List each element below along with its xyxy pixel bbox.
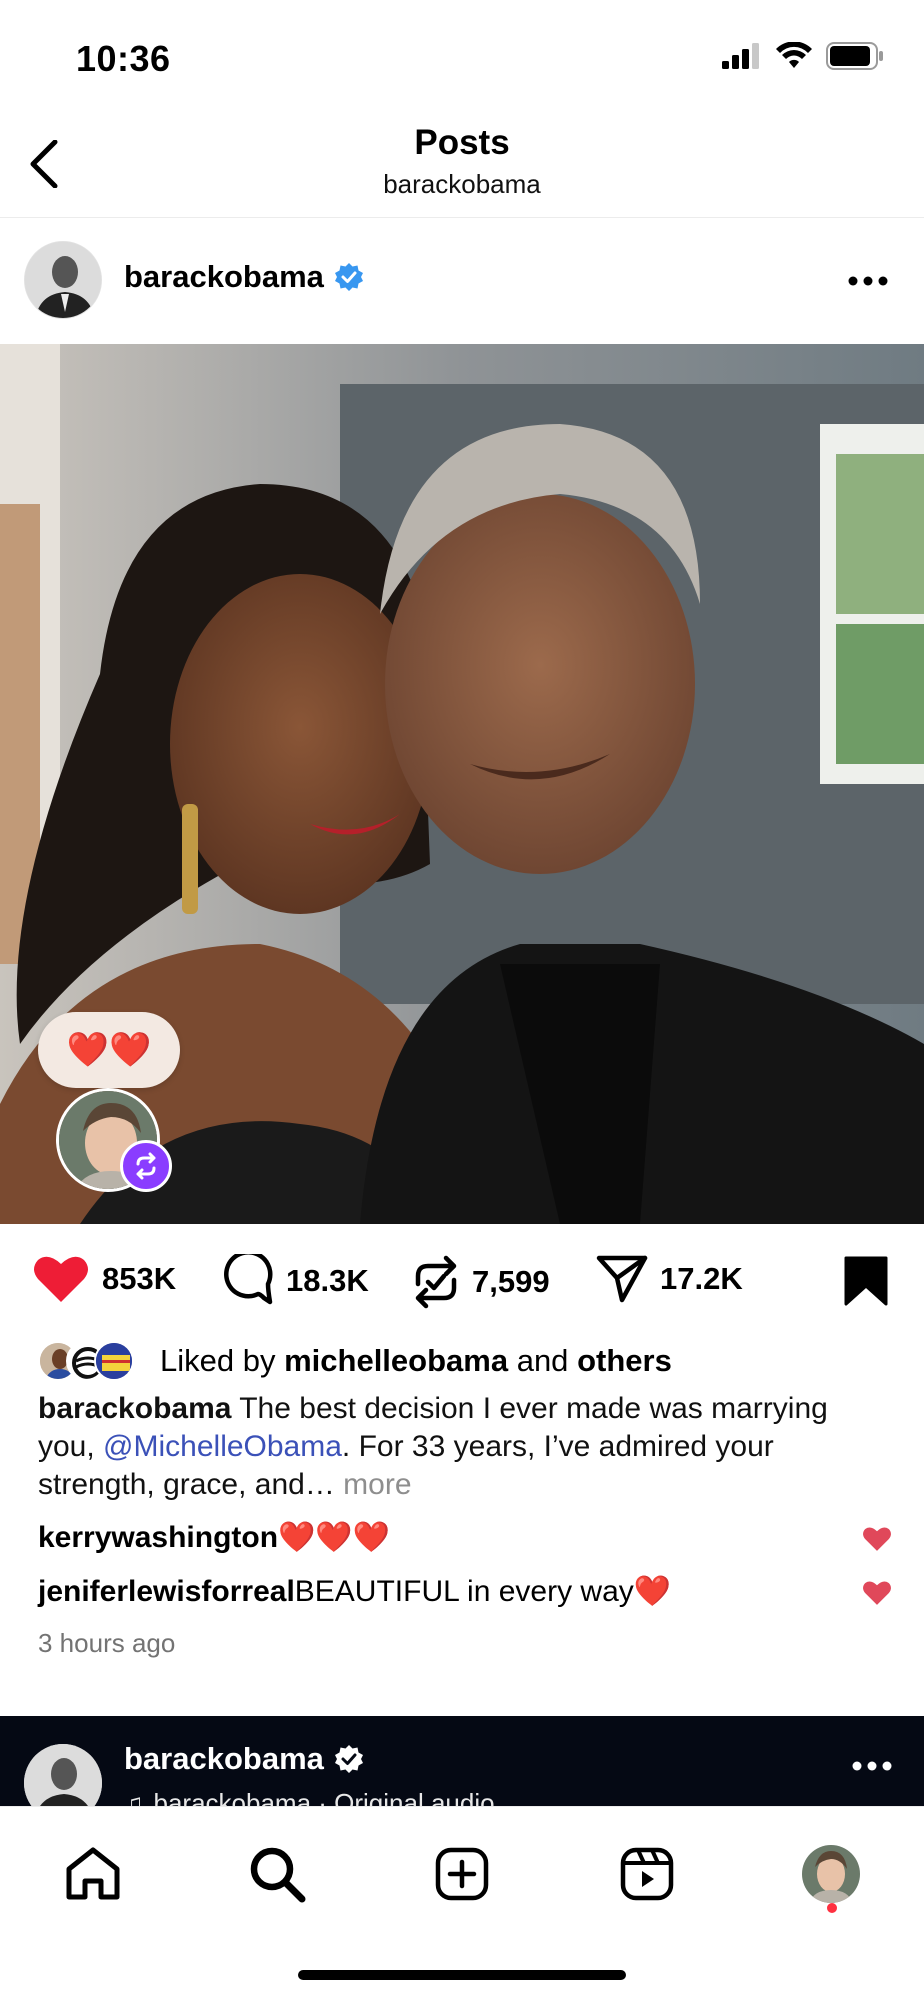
action-bar: 853K 18.3K 7,599 17.2K	[0, 1240, 924, 1320]
ellipsis-icon	[848, 276, 888, 286]
tab-search[interactable]	[242, 1839, 312, 1909]
comment-preview[interactable]: jeniferlewisforreal BEAUTIFUL in every w…	[38, 1572, 888, 1612]
tab-reels[interactable]	[612, 1839, 682, 1909]
comment-count: 18.3K	[286, 1263, 369, 1298]
post-caption: barackobama The best decision I ever mad…	[38, 1390, 888, 1504]
more-options-button[interactable]	[844, 266, 892, 296]
comment-username[interactable]: kerrywashington	[38, 1518, 278, 1558]
save-button[interactable]	[844, 1256, 888, 1311]
next-post-header[interactable]: barackobama ♫ barackobama · Original audi…	[0, 1716, 924, 1806]
reaction-hearts: ❤️❤️	[66, 1031, 152, 1069]
wifi-icon	[776, 42, 812, 68]
status-time: 10:36	[76, 38, 171, 79]
home-icon	[66, 1847, 120, 1900]
search-icon	[250, 1847, 306, 1903]
reaction-bubble: ❤️❤️	[38, 1012, 180, 1088]
status-bar: 10:36	[0, 0, 924, 118]
heart-filled-icon	[34, 1256, 88, 1302]
profile-avatar	[802, 1845, 860, 1903]
liked-by-others[interactable]: others	[577, 1343, 672, 1379]
tab-create[interactable]	[427, 1839, 497, 1909]
avatar-photo	[25, 242, 101, 318]
verified-badge-icon	[334, 263, 363, 291]
post-photo[interactable]	[0, 344, 924, 1224]
nav-header: Posts barackobama	[0, 118, 924, 218]
comment-text: ❤️❤️❤️	[278, 1521, 391, 1554]
repost-count: 7,599	[472, 1264, 550, 1299]
avatar[interactable]	[24, 241, 102, 319]
home-indicator	[298, 1970, 626, 1980]
username-label: barackobama	[124, 1741, 324, 1776]
caption-more-link[interactable]: more	[343, 1468, 411, 1501]
battery-icon	[826, 42, 883, 70]
liker-avatars	[38, 1339, 146, 1383]
avatar[interactable]	[24, 1744, 102, 1806]
liker-avatar	[94, 1341, 134, 1381]
page-title: Posts	[414, 123, 510, 162]
repost-action-icon	[415, 1255, 457, 1309]
repost-button[interactable]: 7,599	[412, 1254, 550, 1310]
comment-button[interactable]: 18.3K	[220, 1254, 369, 1308]
tab-home[interactable]	[58, 1839, 128, 1909]
comment-like-heart-icon[interactable]	[862, 1526, 892, 1552]
next-post-username[interactable]: barackobama	[124, 1741, 364, 1777]
comment-like-heart-icon[interactable]	[862, 1580, 892, 1606]
liked-by-conjunction: and	[516, 1343, 569, 1378]
more-options-button[interactable]	[852, 1758, 892, 1776]
liked-by-user[interactable]: michelleobama	[284, 1343, 508, 1379]
bookmark-filled-icon	[844, 1256, 888, 1306]
caption-mention-link[interactable]: @MichelleObama	[103, 1430, 342, 1463]
repost-badge	[120, 1140, 172, 1192]
verified-badge-icon	[334, 1745, 363, 1773]
audio-label: barackobama · Original audio	[153, 1788, 495, 1806]
post-header: barackobama	[0, 218, 924, 344]
like-button[interactable]: 853K	[32, 1254, 176, 1304]
like-count: 853K	[102, 1261, 177, 1296]
status-icons	[722, 42, 884, 70]
reels-icon	[620, 1847, 674, 1901]
music-note-icon: ♫	[124, 1788, 144, 1806]
comment-preview[interactable]: kerrywashington ❤️❤️❤️	[38, 1518, 888, 1558]
post-timestamp: 3 hours ago	[38, 1628, 176, 1658]
create-post-icon	[435, 1847, 489, 1901]
next-post-audio[interactable]: ♫ barackobama · Original audio	[124, 1788, 495, 1806]
repost-icon	[136, 1152, 156, 1180]
page-subtitle: barackobama	[383, 169, 541, 199]
liked-by-prefix: Liked by	[160, 1343, 276, 1378]
post-username[interactable]: barackobama	[124, 259, 364, 295]
caption-username[interactable]: barackobama	[38, 1392, 231, 1425]
liked-by-row[interactable]: Liked by michelleobama and others	[38, 1338, 672, 1384]
share-button[interactable]: 17.2K	[596, 1254, 743, 1304]
username-label: barackobama	[124, 259, 324, 294]
comment-icon	[224, 1254, 273, 1305]
comment-username[interactable]: jeniferlewisforreal	[38, 1572, 295, 1612]
send-icon	[596, 1255, 648, 1303]
avatar-photo	[24, 1744, 102, 1806]
comment-text: BEAUTIFUL in every way❤️	[294, 1575, 672, 1608]
cellular-signal-icon	[722, 43, 759, 69]
share-count: 17.2K	[660, 1261, 743, 1296]
tab-profile[interactable]	[796, 1839, 866, 1909]
ellipsis-icon	[852, 1761, 892, 1771]
photo-illustration	[0, 344, 924, 1224]
profile-notification-dot	[827, 1903, 837, 1913]
